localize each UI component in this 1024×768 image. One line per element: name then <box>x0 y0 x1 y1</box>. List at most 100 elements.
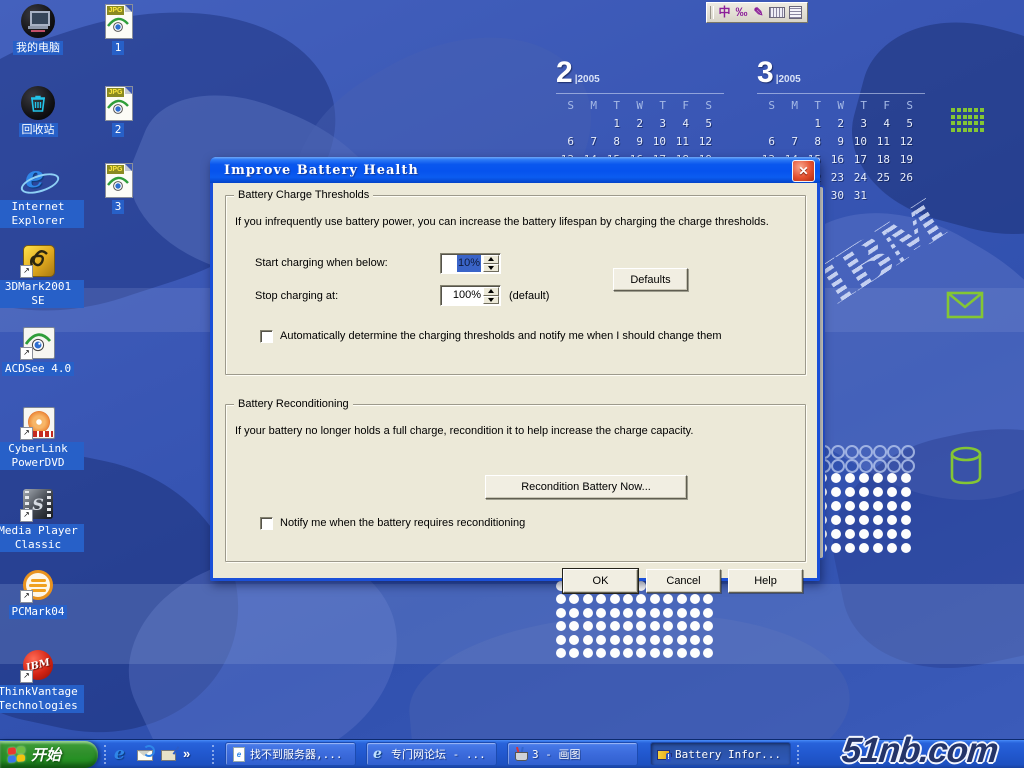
stop-charging-spinner[interactable]: 100% <box>440 285 501 306</box>
jpg-1[interactable]: JPG1 <box>72 4 164 55</box>
media-player-classic-label: Media Player Classic <box>0 524 84 552</box>
stop-spinner-buttons <box>483 287 499 304</box>
wallpaper-band <box>0 584 1024 664</box>
ime-input-mode-button[interactable]: 中 <box>718 4 731 21</box>
grid-cell <box>974 115 978 119</box>
3dmark2001-se[interactable]: ↗3DMark2001 SE <box>0 243 84 308</box>
auto-thresholds-checkbox[interactable] <box>260 330 273 343</box>
calendar-week-row: 12345 <box>757 114 925 132</box>
close-button[interactable]: ✕ <box>792 160 815 182</box>
dot <box>887 543 897 553</box>
quick-launch-show-desktop-icon[interactable] <box>160 746 177 763</box>
quick-launch-outlook-express-icon[interactable] <box>136 746 153 763</box>
dot <box>859 515 869 525</box>
dot <box>901 445 915 459</box>
dot <box>887 473 897 483</box>
dot <box>831 487 841 497</box>
dot <box>859 487 869 497</box>
recycle-bin-label: 回收站 <box>19 123 58 137</box>
calendar-weekday: S <box>694 99 717 112</box>
dot <box>690 608 700 618</box>
task-paint-label: 3 - 画图 <box>532 746 581 762</box>
quick-launch-ie-icon[interactable]: e <box>112 746 129 763</box>
recondition-battery-now-button[interactable]: Recondition Battery Now... <box>485 475 687 499</box>
calendar-week-row: 6789101112 <box>556 132 724 150</box>
ime-toolbar[interactable]: 中 ‰ ✎ <box>706 2 808 23</box>
task-forum-label: 专门网论坛 - ... <box>391 746 486 762</box>
dot <box>887 459 901 473</box>
dot <box>887 515 897 525</box>
wallpaper-cylinder-icon <box>947 446 985 486</box>
grid-cell <box>980 121 984 125</box>
shortcut-arrow-icon: ↗ <box>20 427 33 440</box>
start-button[interactable]: 开始 <box>0 741 98 768</box>
help-button[interactable]: Help <box>728 569 803 593</box>
grid-cell <box>968 115 972 119</box>
grid-cell <box>957 121 961 125</box>
windows-logo-icon <box>8 746 26 764</box>
dot <box>859 445 873 459</box>
task-server-not-found[interactable]: e找不到服务器,... <box>225 742 356 766</box>
acdsee-40[interactable]: ↗ACDSee 4.0 <box>0 325 84 376</box>
dialog-title: Improve Battery Health <box>224 163 419 178</box>
dialog-titlebar[interactable]: Improve Battery Health ✕ <box>210 157 820 183</box>
jpg-2[interactable]: JPG2 <box>72 86 164 137</box>
calendar-day: 31 <box>849 189 872 202</box>
ime-menu-icon[interactable] <box>789 6 802 19</box>
quick-launch-chevron-icon[interactable]: » <box>183 746 190 761</box>
notify-reconditioning-checkbox-label[interactable]: Notify me when the battery requires reco… <box>280 516 760 531</box>
media-player-classic-icon: S↗ <box>21 487 55 521</box>
task-forum[interactable]: e专门网论坛 - ... <box>366 742 497 766</box>
calendar-weekday: S <box>556 99 579 112</box>
dot <box>650 648 660 658</box>
ime-pen-icon[interactable]: ✎ <box>752 4 765 21</box>
media-player-classic[interactable]: S↗ Media Player Classic <box>0 487 84 552</box>
dot <box>596 635 606 645</box>
tray-grip[interactable] <box>797 745 802 764</box>
calendar-day: 8 <box>602 135 625 148</box>
notify-reconditioning-checkbox[interactable] <box>260 517 273 530</box>
thinkvantage-technologies[interactable]: IBM↗ThinkVantage Technologies <box>0 648 84 713</box>
pcmark04[interactable]: ↗PCMark04 <box>0 568 84 619</box>
calendar-weekday: S <box>895 99 918 112</box>
grid-cell <box>951 115 955 119</box>
dot <box>831 445 845 459</box>
calendar-day: 8 <box>803 135 826 148</box>
spin-down-button[interactable] <box>483 296 499 305</box>
task-paint[interactable]: 3 - 画图 <box>507 742 638 766</box>
spin-down-button[interactable] <box>483 264 499 273</box>
dot <box>873 515 883 525</box>
defaults-button[interactable]: Defaults <box>613 268 688 291</box>
dot <box>901 473 911 483</box>
ime-keyboard-icon[interactable] <box>769 7 785 18</box>
ok-button[interactable]: OK <box>563 569 638 593</box>
task-battery-information[interactable]: !Battery Infor... <box>650 742 791 766</box>
calendar-day: 7 <box>579 135 602 148</box>
toolbar-grip[interactable] <box>104 745 109 764</box>
dot <box>583 635 593 645</box>
dot <box>873 445 887 459</box>
cancel-button[interactable]: Cancel <box>646 569 721 593</box>
calendar-month: 3 <box>757 56 774 89</box>
spin-up-button[interactable] <box>483 255 499 264</box>
dot <box>583 648 593 658</box>
spin-up-button[interactable] <box>483 287 499 296</box>
ie-page-icon: e <box>231 747 246 762</box>
dot <box>610 621 620 631</box>
dialog-body: Battery Charge Thresholds If you infrequ… <box>213 183 817 578</box>
toolbar-grip[interactable] <box>212 745 217 764</box>
grid-cell <box>980 108 984 112</box>
ime-symbol-button[interactable]: ‰ <box>735 4 748 21</box>
thinkvantage-technologies-icon: IBM↗ <box>21 648 55 682</box>
start-charging-spinner[interactable]: 10% <box>440 253 501 274</box>
auto-thresholds-checkbox-label[interactable]: Automatically determine the charging thr… <box>280 329 795 344</box>
jpg-3[interactable]: JPG3 <box>72 163 164 214</box>
dot <box>873 487 883 497</box>
ime-drag-handle[interactable] <box>710 6 714 19</box>
calendar-day: 17 <box>849 153 872 166</box>
calendar-day: 23 <box>826 171 849 184</box>
calendar-weekday: T <box>849 99 872 112</box>
cyberlink-powerdvd[interactable]: ↗CyberLink PowerDVD <box>0 405 84 470</box>
dot <box>831 501 841 511</box>
jpg-2-icon: JPG <box>101 86 135 120</box>
